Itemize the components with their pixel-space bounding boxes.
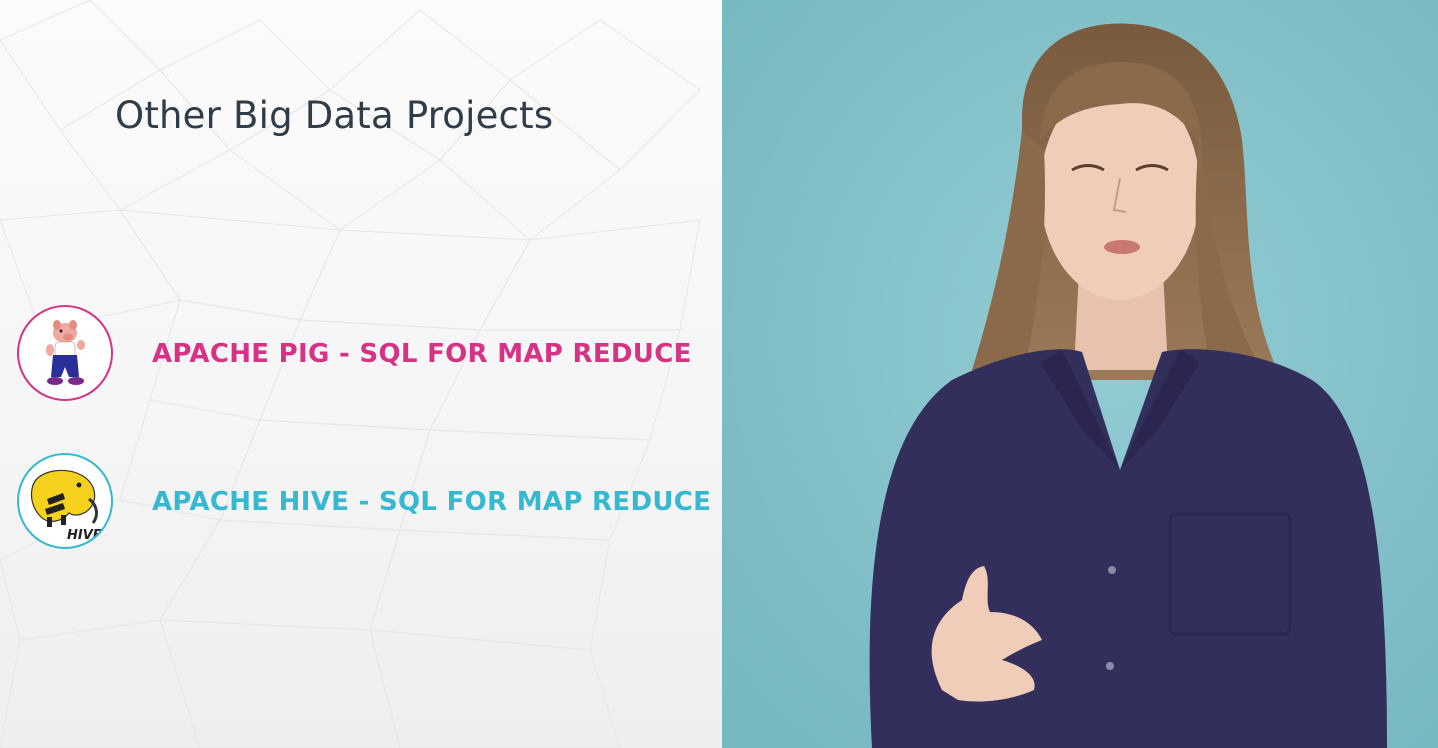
hive-logo-text: HIVE	[67, 528, 102, 543]
hive-logo-icon: HIVE	[17, 453, 113, 549]
project-label-hive: APACHE HIVE - SQL FOR MAP REDUCE	[152, 487, 712, 517]
project-item-hive: HIVE APACHE HIVE - SQL FOR MAP REDUCE	[17, 453, 711, 553]
project-label-pig: APACHE PIG - SQL FOR MAP REDUCE	[152, 339, 692, 369]
pig-logo-icon	[17, 305, 113, 401]
lesson-slide: Other Big Data Projects APACHE PIG - SQL…	[0, 0, 722, 748]
project-item-pig: APACHE PIG - SQL FOR MAP REDUCE	[17, 305, 707, 405]
presenter-video	[722, 0, 1438, 748]
slide-title: Other Big Data Projects	[115, 94, 554, 137]
presenter-video-icon	[722, 0, 1438, 748]
